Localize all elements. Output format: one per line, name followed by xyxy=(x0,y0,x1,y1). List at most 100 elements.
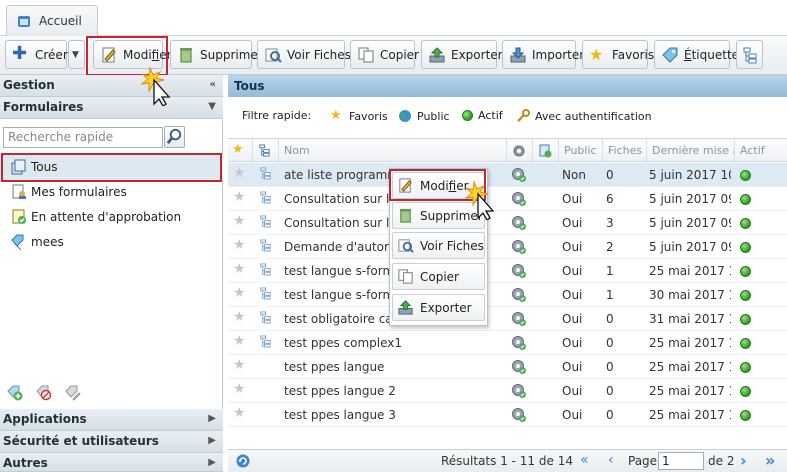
nav-item-mees[interactable]: mees xyxy=(0,230,223,255)
column-tree-icon[interactable] xyxy=(252,139,278,163)
column-fiches[interactable]: Fiches xyxy=(602,139,646,163)
settings-gear-icon[interactable] xyxy=(511,215,527,234)
filter-authentification[interactable]: Avec authentification xyxy=(516,109,652,123)
context-export-item[interactable]: Exporter xyxy=(392,294,485,321)
nav-item-mes-formulaires[interactable]: Mes formulaires xyxy=(0,180,223,205)
filter-public[interactable]: Public xyxy=(398,109,450,123)
search-icon xyxy=(166,128,182,145)
favorite-star-icon[interactable]: ★ xyxy=(233,309,246,325)
table-row[interactable]: ★ ate liste programm Non 0 5 juin 2017 10 xyxy=(228,163,787,187)
pagination-bar: Résultats 1 - 11 de 14 « ‹ Page 1 de 2 ›… xyxy=(228,449,787,472)
copy-icon xyxy=(358,47,374,62)
settings-gear-icon[interactable] xyxy=(511,359,527,378)
last-page-icon[interactable]: » xyxy=(765,451,775,470)
left-panel: Gestion « Formulaires ▼ Recherche rapide… xyxy=(0,75,223,472)
favorite-star-icon[interactable]: ★ xyxy=(233,165,246,181)
tab-accueil[interactable]: Accueil xyxy=(6,5,98,37)
filter-actif[interactable]: Actif xyxy=(462,109,503,122)
view-records-button[interactable]: Voir Fiches xyxy=(257,40,351,69)
refresh-icon[interactable] xyxy=(235,453,251,469)
favorite-star-icon[interactable]: ★ xyxy=(233,333,246,349)
first-page-icon[interactable]: « xyxy=(580,452,589,468)
copy-button[interactable]: Copier xyxy=(350,40,419,69)
settings-gear-icon[interactable] xyxy=(511,383,527,402)
gestion-header[interactable]: Gestion « xyxy=(0,75,223,97)
table-row[interactable]: ★ test ppes langue Oui 0 25 mai 2017 1 xyxy=(228,355,787,379)
add-label-icon[interactable] xyxy=(7,385,23,401)
formulaires-header[interactable]: Formulaires ▼ xyxy=(0,97,223,119)
create-dropdown-button[interactable]: ▼ xyxy=(68,40,85,69)
tree-view-button[interactable] xyxy=(736,40,763,69)
context-copy-label: Copier xyxy=(420,269,459,284)
nav-item-en-attente[interactable]: En attente d'approbation xyxy=(0,205,223,230)
table-row[interactable]: ★ Consultation sur le Oui 3 5 juin 2017 09 xyxy=(228,211,787,235)
collapse-left-icon[interactable]: « xyxy=(210,79,216,90)
settings-gear-icon[interactable] xyxy=(511,335,527,354)
public-value: Oui xyxy=(562,264,583,278)
favorite-star-icon[interactable]: ★ xyxy=(233,261,246,277)
filter-text: Favoris xyxy=(349,109,388,123)
favorite-star-icon[interactable]: ★ xyxy=(233,285,246,301)
filter-favoris[interactable]: ★ Favoris xyxy=(330,109,388,123)
favorite-star-icon[interactable]: ★ xyxy=(233,381,246,397)
settings-gear-icon[interactable] xyxy=(511,263,527,282)
next-page-icon[interactable]: › xyxy=(740,451,747,470)
previous-page-icon[interactable]: ‹ xyxy=(608,452,614,468)
import-label: Importer xyxy=(532,47,585,62)
favorite-star-icon[interactable]: ★ xyxy=(233,213,246,229)
column-public[interactable]: Public xyxy=(558,139,602,163)
settings-gear-icon[interactable] xyxy=(511,407,527,426)
table-row[interactable]: ★ test ppes complex1 Oui 0 25 mai 2017 1 xyxy=(228,331,787,355)
table-row[interactable]: ★ test ppes langue 3 Oui 0 25 mai 2017 1 xyxy=(228,403,787,427)
table-row[interactable]: ★ Demande d'autoris Oui 2 5 juin 2017 09 xyxy=(228,235,787,259)
delete-button[interactable]: Supprimer xyxy=(170,40,263,69)
settings-gear-icon[interactable] xyxy=(511,239,527,258)
create-button[interactable]: ✚ Créer xyxy=(5,40,68,69)
favorite-star-icon[interactable]: ★ xyxy=(233,357,246,373)
context-copy-item[interactable]: Copier xyxy=(392,263,485,290)
remove-label-icon[interactable] xyxy=(36,385,52,401)
context-view-records-item[interactable]: Voir Fiches xyxy=(392,232,485,259)
fiches-count: 6 xyxy=(606,192,614,206)
section-autres[interactable]: Autres ▶ xyxy=(0,453,223,472)
settings-gear-icon[interactable] xyxy=(511,191,527,210)
favorite-star-icon[interactable]: ★ xyxy=(233,189,246,205)
column-derniere-maj[interactable]: Dernière mise à xyxy=(646,139,734,163)
table-row[interactable]: ★ test obligatoire cac Oui 0 31 mai 2017 1 xyxy=(228,307,787,331)
context-view-records-label: Voir Fiches xyxy=(420,238,484,253)
import-button[interactable]: Importer xyxy=(502,40,584,69)
settings-gear-icon[interactable] xyxy=(511,287,527,306)
table-row[interactable]: ★ Consultation sur le Oui 6 5 juin 2017 09 xyxy=(228,187,787,211)
column-nom[interactable]: Nom xyxy=(278,139,506,163)
last-update: 30 mai 2017 1 xyxy=(649,288,731,302)
settings-gear-icon[interactable] xyxy=(511,167,527,186)
table-row[interactable]: ★ test ppes langue 2 Oui 0 25 mai 2017 1 xyxy=(228,379,787,403)
green-dot-icon xyxy=(462,110,473,121)
public-value: Oui xyxy=(562,408,583,422)
section-applications[interactable]: Applications ▶ xyxy=(0,409,223,431)
favorite-star-icon[interactable]: ★ xyxy=(233,237,246,253)
label-button[interactable]: Étiquette xyxy=(654,40,739,69)
search-button[interactable] xyxy=(164,126,185,148)
table-row[interactable]: ★ test langue s-form Oui 1 30 mai 2017 1 xyxy=(228,283,787,307)
tag-icon xyxy=(662,47,678,63)
trash-icon xyxy=(399,208,412,223)
page-count: de 2 xyxy=(708,454,735,468)
page-input[interactable]: 1 xyxy=(658,452,704,470)
column-settings-gear-icon[interactable] xyxy=(506,139,532,163)
column-security-icon[interactable] xyxy=(532,139,558,163)
delete-label: Supprimer xyxy=(200,47,263,62)
table-row[interactable]: ★ test langue s-form Oui 1 25 mai 2017 1 xyxy=(228,259,787,283)
column-actif[interactable]: Actif xyxy=(734,139,787,163)
form-name: test ppes langue xyxy=(284,360,385,374)
settings-gear-icon[interactable] xyxy=(511,311,527,330)
edit-label-icon[interactable] xyxy=(65,385,81,401)
last-update: 5 juin 2017 09 xyxy=(649,192,731,206)
quick-search-input[interactable]: Recherche rapide xyxy=(3,127,163,148)
export-button[interactable]: Exporter xyxy=(421,40,503,69)
page-label: Page xyxy=(628,454,658,468)
favorites-button[interactable]: ★ Favoris xyxy=(582,40,654,69)
column-favorite-star-icon[interactable]: ★ xyxy=(228,139,252,163)
section-securite[interactable]: Sécurité et utilisateurs ▶ xyxy=(0,431,223,453)
favorite-star-icon[interactable]: ★ xyxy=(233,405,246,421)
